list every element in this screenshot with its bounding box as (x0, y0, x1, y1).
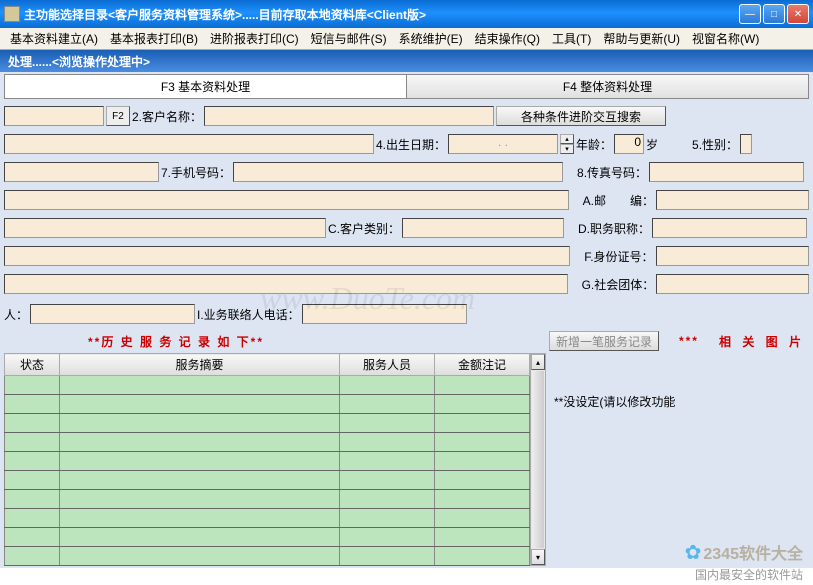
app-icon (4, 6, 20, 22)
menu-sysmaint[interactable]: 系统维护(E) (393, 28, 469, 49)
field-birth[interactable]: . . (448, 134, 558, 154)
field-contacttel[interactable] (302, 304, 467, 324)
tabs: F3 基本资料处理 F4 整体资料处理 (4, 74, 809, 99)
scroll-up-icon[interactable]: ▴ (531, 354, 545, 370)
field-age[interactable]: 0 (614, 134, 644, 154)
status-text: 处理......<浏览操作处理中> (8, 53, 150, 70)
label-custtype: C.客户类别： (328, 220, 400, 237)
field-mobile[interactable] (233, 162, 563, 182)
label-sex: 5.性别： (692, 136, 738, 153)
adv-search-button[interactable]: 各种条件进阶交互搜索 (496, 106, 666, 126)
table-row[interactable] (5, 528, 530, 547)
field-pre-mobile[interactable] (4, 162, 159, 182)
menubar: 基本资料建立(A) 基本报表打印(B) 进阶报表打印(C) 短信与邮件(S) 系… (0, 28, 813, 50)
maximize-button[interactable]: □ (763, 4, 785, 24)
field-sex[interactable] (740, 134, 752, 154)
field-fax[interactable] (649, 162, 804, 182)
col-staff[interactable]: 服务人员 (340, 354, 435, 376)
label-birth: 4.出生日期： (376, 136, 446, 153)
history-grid[interactable]: 状态 服务摘要 服务人员 金额注记 (4, 353, 530, 566)
menu-basic-report[interactable]: 基本报表打印(B) (104, 28, 204, 49)
field-contact[interactable] (30, 304, 195, 324)
field-idcard[interactable] (656, 246, 809, 266)
section-header: **历 史 服 务 记 录 如 下** 新增一笔服务记录 *** 相 关 图 片 (4, 329, 809, 353)
table-area: 状态 服务摘要 服务人员 金额注记 ▴ ▾ **没设定(请以修改功能 (4, 353, 809, 566)
table-row[interactable] (5, 376, 530, 395)
tab-all[interactable]: F4 整体资料处理 (406, 74, 809, 98)
label-org: G.社会团体： (582, 276, 655, 293)
field-org[interactable] (656, 274, 809, 294)
tab-basic[interactable]: F3 基本资料处理 (4, 74, 406, 98)
field-custtype[interactable] (402, 218, 564, 238)
scroll-thumb[interactable] (532, 371, 544, 548)
field-custname[interactable] (204, 106, 494, 126)
table-row[interactable] (5, 547, 530, 566)
window-title: 主功能选择目录<客户服务资料管理系统>.....目前存取本地资料库<Client… (24, 6, 739, 23)
window-controls: — □ ✕ (739, 4, 809, 24)
birth-spinner[interactable]: ▴▾ (560, 134, 574, 154)
label-age-suf: 岁 (646, 136, 658, 153)
table-row[interactable] (5, 509, 530, 528)
col-summary[interactable]: 服务摘要 (60, 354, 340, 376)
menu-tools[interactable]: 工具(T) (546, 28, 597, 49)
field-zip[interactable] (656, 190, 809, 210)
stars-label: *** (679, 334, 699, 348)
table-row[interactable] (5, 490, 530, 509)
history-label: **历 史 服 务 记 录 如 下** (88, 333, 264, 350)
menu-basic-data[interactable]: 基本资料建立(A) (4, 28, 104, 49)
label-contact-prefix: 人： (4, 306, 28, 323)
table-row[interactable] (5, 395, 530, 414)
menu-help[interactable]: 帮助与更新(U) (597, 28, 686, 49)
scroll-down-icon[interactable]: ▾ (531, 549, 545, 565)
field-pre-type[interactable] (4, 218, 326, 238)
field-addr3[interactable] (4, 274, 568, 294)
label-idcard: F.身份证号： (584, 248, 653, 265)
col-amount[interactable]: 金额注记 (435, 354, 530, 376)
menu-quit[interactable]: 结束操作(Q) (469, 28, 546, 49)
table-row[interactable] (5, 452, 530, 471)
add-record-button[interactable]: 新增一笔服务记录 (549, 331, 659, 351)
footer-slogan: 国内最安全的软件站 (695, 566, 803, 583)
label-zip: A.邮 编： (583, 192, 654, 209)
label-fax: 8.传真号码： (577, 164, 647, 181)
field-title[interactable] (652, 218, 807, 238)
minimize-button[interactable]: — (739, 4, 761, 24)
field-long1[interactable] (4, 134, 374, 154)
status-bar: 处理......<浏览操作处理中> (0, 50, 813, 72)
col-status[interactable]: 状态 (5, 354, 60, 376)
noset-text: **没设定(请以修改功能 (554, 395, 675, 409)
label-mobile: 7.手机号码： (161, 164, 231, 181)
menu-window[interactable]: 视窗名称(W) (686, 28, 765, 49)
label-custname: 2.客户名称： (132, 108, 202, 125)
label-age-pre: 年龄： (576, 136, 612, 153)
close-button[interactable]: ✕ (787, 4, 809, 24)
form-area: F3 基本资料处理 F4 整体资料处理 F2 2.客户名称： 各种条件进阶交互搜… (0, 72, 813, 568)
f2-button[interactable]: F2 (106, 106, 130, 126)
table-row[interactable] (5, 414, 530, 433)
spin-up-icon[interactable]: ▴ (560, 134, 574, 144)
field-code[interactable] (4, 106, 104, 126)
related-label: 相 关 图 片 (719, 333, 805, 350)
table-row[interactable] (5, 471, 530, 490)
grid-scrollbar[interactable]: ▴ ▾ (530, 353, 546, 566)
titlebar: 主功能选择目录<客户服务资料管理系统>.....目前存取本地资料库<Client… (0, 0, 813, 28)
image-panel: **没设定(请以修改功能 (546, 353, 809, 566)
menu-adv-report[interactable]: 进阶报表打印(C) (204, 28, 305, 49)
label-contacttel: I.业务联络人电话： (197, 306, 300, 323)
spin-down-icon[interactable]: ▾ (560, 144, 574, 154)
label-title: D.职务职称： (578, 220, 650, 237)
field-addr2[interactable] (4, 246, 570, 266)
menu-sms-mail[interactable]: 短信与邮件(S) (305, 28, 393, 49)
table-row[interactable] (5, 433, 530, 452)
field-addr1[interactable] (4, 190, 569, 210)
